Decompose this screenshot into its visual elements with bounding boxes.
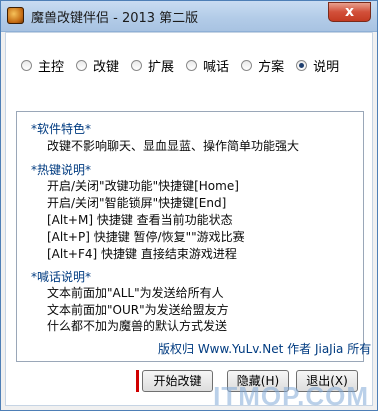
- tab-remap-label: 改键: [93, 60, 120, 75]
- feature-text: 改键不影响聊天、显血显蓝、操作简单功能强大: [47, 139, 300, 153]
- tab-extend-label: 扩展: [148, 60, 175, 75]
- radio-scheme[interactable]: [241, 60, 253, 71]
- hotkey-line: [Alt+F4] 快捷键 直接结束游戏进程: [47, 247, 237, 261]
- start-remap-button[interactable]: 开始改键: [142, 370, 213, 392]
- hotkey-line: 开启/关闭"智能锁屏"快捷键[End]: [47, 196, 227, 210]
- radio-remap[interactable]: [76, 60, 88, 71]
- feature-title: *软件特色*: [31, 122, 92, 136]
- tab-shout-label: 喊话: [203, 60, 230, 75]
- app-icon: [7, 7, 24, 24]
- watermark: ITMOP.COM: [213, 381, 369, 411]
- tab-extend[interactable]: 扩展: [131, 56, 174, 75]
- copyright-text: 版权归 Www.YuLv.Net 作者 JiaJia 所有: [158, 342, 372, 356]
- shout-line: 什么都不加为魔兽的默认方式发送: [47, 319, 228, 333]
- tab-remap[interactable]: 改键: [76, 56, 119, 75]
- hotkey-line: [Alt+M] 快捷键 查看当前功能状态: [47, 213, 233, 227]
- tab-scheme-label: 方案: [258, 60, 285, 75]
- radio-shout[interactable]: [186, 60, 198, 71]
- radio-help[interactable]: [296, 60, 308, 71]
- tab-scheme[interactable]: 方案: [241, 56, 284, 75]
- shout-line: 文本前面加"OUR"为发送给盟友方: [47, 303, 229, 317]
- shout-title: *喊话说明*: [31, 270, 92, 284]
- radio-extend[interactable]: [131, 60, 143, 71]
- tab-shout[interactable]: 喊话: [186, 56, 229, 75]
- tab-bar: 主控 改键 扩展 喊话 方案 说明: [21, 56, 351, 75]
- title-bar[interactable]: 魔兽改键伴侣 - 2013 第二版 x: [1, 1, 377, 32]
- hotkey-line: [Alt+P] 快捷键 暂停/恢复""游戏比赛: [47, 230, 245, 244]
- radio-main[interactable]: [21, 60, 32, 71]
- app-window: 魔兽改键伴侣 - 2013 第二版 x 主控 改键 扩展 喊话 方案 说明 *软…: [0, 0, 378, 411]
- hotkey-title: *热键说明*: [31, 163, 92, 177]
- tab-help[interactable]: 说明: [296, 56, 339, 75]
- tab-main[interactable]: 主控: [21, 56, 64, 75]
- window-title: 魔兽改键伴侣 - 2013 第二版: [31, 11, 199, 26]
- shout-line: 文本前面加"ALL"为发送给所有人: [47, 286, 224, 300]
- tab-help-label: 说明: [313, 60, 340, 75]
- tab-main-label: 主控: [38, 60, 65, 75]
- close-button[interactable]: x: [328, 2, 371, 22]
- start-button-marker: [136, 370, 139, 392]
- hotkey-line: 开启/关闭"改键功能"快捷键[Home]: [47, 179, 239, 193]
